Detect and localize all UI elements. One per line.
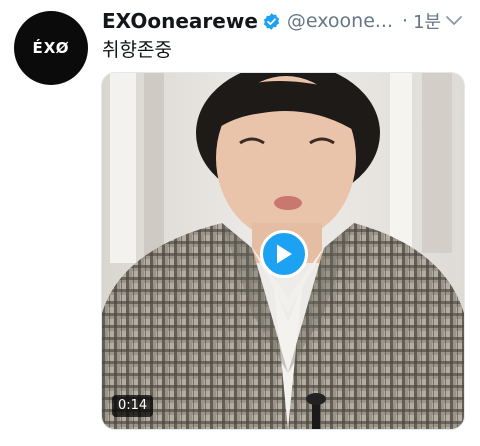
timestamp[interactable]: 1분 bbox=[413, 8, 441, 34]
play-button[interactable] bbox=[260, 230, 308, 278]
avatar[interactable]: ÉXØ bbox=[14, 11, 88, 85]
verified-badge-icon bbox=[263, 12, 280, 30]
display-name[interactable]: EXOonearewe bbox=[102, 9, 258, 33]
avatar-logo: ÉXØ bbox=[32, 39, 70, 57]
tweet[interactable]: ÉXØ EXOonearewe @exoone... · 1분 취향존중 0:1… bbox=[0, 0, 480, 446]
separator-dot: · bbox=[402, 10, 409, 32]
chevron-down-icon[interactable] bbox=[445, 14, 463, 28]
video-duration: 0:14 bbox=[112, 395, 154, 417]
play-icon bbox=[277, 244, 292, 264]
tweet-header: EXOonearewe @exoone... · 1분 bbox=[102, 6, 441, 36]
video-player[interactable]: 0:14 bbox=[101, 72, 465, 430]
handle[interactable]: @exoone... bbox=[287, 10, 393, 32]
tweet-text: 취향존중 bbox=[102, 39, 172, 61]
